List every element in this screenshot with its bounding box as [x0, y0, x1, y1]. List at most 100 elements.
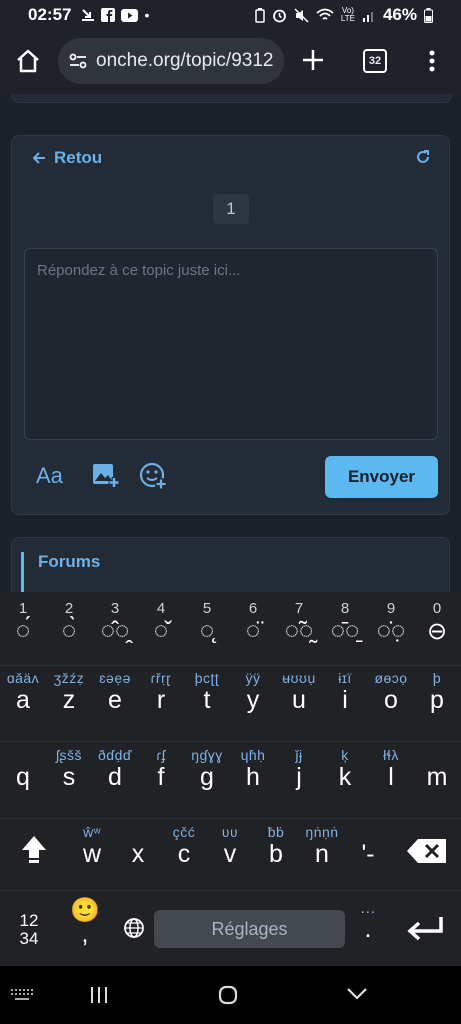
- key-hint: ðɗḍď: [98, 747, 132, 763]
- new-tab-button[interactable]: [301, 48, 325, 72]
- key-diacritic-9[interactable]: 9 ◌̇◌̣: [368, 600, 414, 645]
- key-letter: .: [364, 915, 372, 943]
- key-hint: øɵɔọ: [374, 670, 408, 686]
- key-hint: ɥɦḥ: [240, 747, 266, 763]
- shift-icon: [22, 836, 46, 863]
- diacritic: ◌̈: [245, 617, 261, 644]
- key-r[interactable]: ɾřṛɽ r: [138, 670, 184, 715]
- key-hint: þ: [432, 670, 442, 686]
- key-diacritic-6[interactable]: 6 ◌̈: [230, 600, 276, 645]
- previous-card-edge: [11, 94, 452, 103]
- key-diacritic-7[interactable]: 7 ◌̃◌̰: [276, 600, 322, 645]
- key-f[interactable]: ɾʄ f: [138, 747, 184, 792]
- send-button[interactable]: Envoyer: [325, 456, 438, 498]
- home-button[interactable]: [15, 48, 41, 74]
- tab-switcher-button[interactable]: 32: [363, 49, 387, 73]
- key-n[interactable]: ŋṅṇṅ n: [299, 824, 345, 869]
- key-g[interactable]: ŋɠɣɣ g: [184, 747, 230, 792]
- key-l[interactable]: łɬλ l: [368, 747, 414, 792]
- backspace-key[interactable]: [393, 838, 461, 869]
- key-hint: ʋʋ: [221, 824, 239, 840]
- diacritic: ⊖: [426, 618, 448, 645]
- key-diacritic-2[interactable]: 2 ◌̀: [46, 600, 92, 645]
- key-a[interactable]: ɑǎäʌ a: [0, 670, 46, 715]
- back-link[interactable]: Retou: [32, 148, 102, 168]
- diacritic: ◌̨: [199, 617, 215, 644]
- key-letter: r: [156, 686, 166, 714]
- key-hint: ŋɠɣɣ: [191, 747, 223, 763]
- key-letter: e: [108, 686, 122, 714]
- recent-apps-button[interactable]: [89, 985, 109, 1010]
- key-s[interactable]: ʃʂšš s: [46, 747, 92, 792]
- font-format-button[interactable]: Aa: [36, 463, 63, 489]
- key-d[interactable]: ðɗḍď d: [92, 747, 138, 792]
- key-h[interactable]: ɥɦḥ h: [230, 747, 276, 792]
- key-q[interactable]: q: [0, 747, 46, 792]
- key-p[interactable]: þp: [414, 670, 460, 715]
- num-hint: 5: [202, 600, 212, 617]
- arrow-left-icon: [32, 152, 45, 164]
- youtube-icon: [121, 8, 139, 22]
- key-v[interactable]: ʋʋ v: [207, 824, 253, 869]
- forums-accent-bar: [21, 552, 24, 592]
- volte-icon: Vo) LTE: [340, 6, 355, 23]
- key-hint: ķ: [341, 747, 349, 763]
- keyboard-hide-button[interactable]: [10, 988, 34, 1007]
- key-diacritic-5[interactable]: 5 ◌̨: [184, 600, 230, 645]
- key-apostrophe-dash[interactable]: '-: [345, 824, 391, 869]
- reply-textarea[interactable]: Répondez à ce topic juste ici...: [24, 248, 438, 440]
- key-diacritic-1[interactable]: 1 ◌́: [0, 600, 46, 645]
- insert-image-button[interactable]: [92, 461, 120, 494]
- key-t[interactable]: þcʈʈ t: [184, 670, 230, 715]
- refresh-icon: [417, 150, 429, 163]
- key-e[interactable]: ɛəẹə e: [92, 670, 138, 715]
- key-c[interactable]: çčć c: [161, 824, 207, 869]
- forums-title: Forums: [38, 552, 101, 571]
- enter-key[interactable]: [395, 914, 455, 947]
- key-letter: k: [338, 763, 352, 791]
- key-i[interactable]: ɨɪï i: [322, 670, 368, 715]
- page-number-button[interactable]: 1: [213, 194, 249, 224]
- key-hint: ɾřṛɽ: [150, 670, 172, 686]
- key-m[interactable]: m: [414, 747, 460, 792]
- language-key[interactable]: [116, 917, 152, 944]
- menu-button[interactable]: [426, 49, 438, 73]
- num-hint: 7: [294, 600, 304, 617]
- key-y[interactable]: ÿÿ y: [230, 670, 276, 715]
- key-z[interactable]: ʒžźẓ z: [46, 670, 92, 715]
- emoji-comma-key[interactable]: 🙂 ,: [62, 898, 108, 948]
- browser-toolbar: onche.org/topic/9312 32: [0, 30, 461, 94]
- key-diacritic-8[interactable]: 8 ◌̄◌̱: [322, 600, 368, 645]
- key-letter: q: [16, 763, 30, 791]
- period-key[interactable]: … .: [345, 900, 391, 943]
- key-x[interactable]: x: [115, 824, 161, 869]
- symbols-mode-key[interactable]: 12 34: [6, 912, 52, 948]
- key-o[interactable]: øɵɔọ o: [368, 670, 414, 715]
- key-diacritic-4[interactable]: 4 ◌̌: [138, 600, 184, 645]
- key-hint: ʒžźẓ: [53, 670, 85, 686]
- diacritic: ◌́: [15, 617, 31, 644]
- row-separator: [0, 741, 461, 742]
- key-w[interactable]: ŵʷ w: [69, 824, 115, 869]
- key-letter: f: [157, 763, 165, 791]
- shift-key[interactable]: [0, 834, 68, 869]
- backspace-icon: [407, 839, 446, 863]
- key-b[interactable]: ƀḃ b: [253, 824, 299, 869]
- key-u[interactable]: ʉʊʊụ u: [276, 670, 322, 715]
- key-k[interactable]: ķk: [322, 747, 368, 792]
- key-j[interactable]: ǰɉ j: [276, 747, 322, 792]
- site-settings-icon: [69, 53, 87, 69]
- refresh-button[interactable]: [415, 149, 431, 170]
- key-letter: ,: [81, 920, 89, 948]
- home-nav-button[interactable]: [218, 985, 238, 1010]
- key-hint: [345, 824, 391, 840]
- key-letter: l: [388, 763, 394, 791]
- address-bar[interactable]: onche.org/topic/9312: [58, 38, 284, 84]
- key-diacritic-3[interactable]: 3 ◌̂◌̭: [92, 600, 138, 645]
- key-diacritic-0[interactable]: 0 ⊖: [414, 600, 460, 646]
- space-bar[interactable]: Réglages: [154, 910, 345, 948]
- notification-icons: •: [81, 7, 149, 23]
- insert-emoji-button[interactable]: [138, 461, 168, 496]
- back-nav-button[interactable]: [346, 987, 368, 1006]
- key-letter: m: [426, 763, 448, 791]
